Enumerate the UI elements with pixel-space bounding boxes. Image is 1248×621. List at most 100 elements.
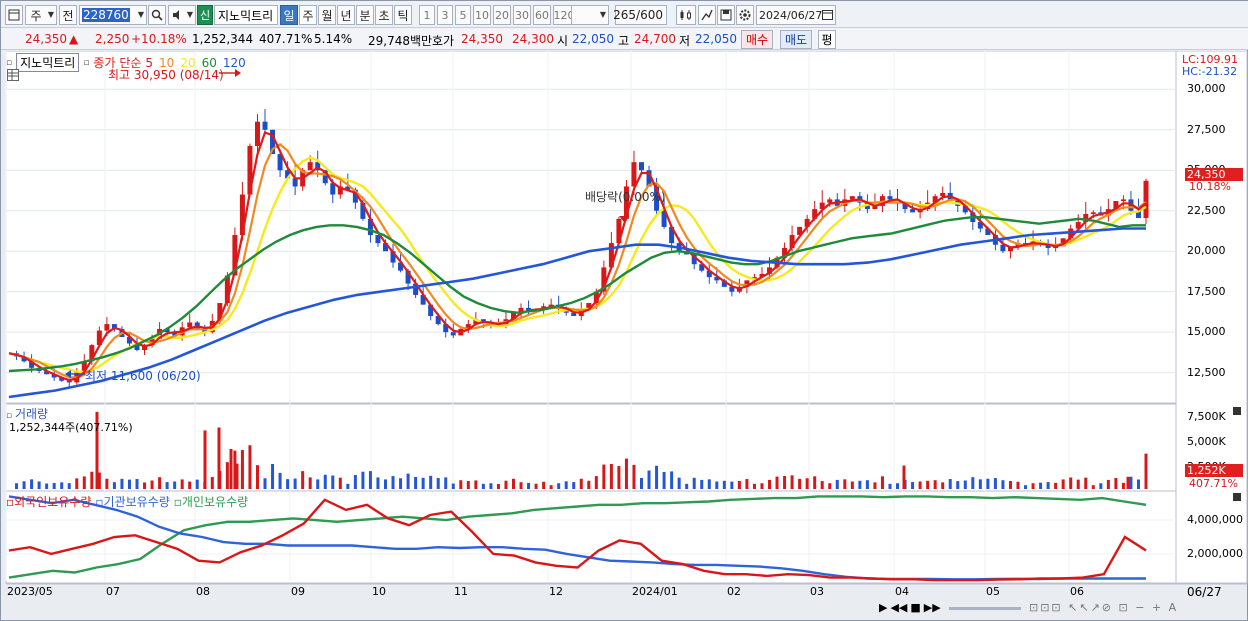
volume-ratio: 407.71% <box>259 32 313 46</box>
volume-bar-100 <box>760 483 764 489</box>
interval-button-30[interactable]: 30 <box>513 5 531 25</box>
interval-button-3[interactable]: 3 <box>437 5 453 25</box>
volume-bar-146 <box>1106 479 1110 489</box>
interval-button-20[interactable]: 20 <box>493 5 511 25</box>
volume-bar-103 <box>783 476 787 489</box>
trade-amount: 29,748백만 <box>368 34 433 48</box>
interval-dropdown[interactable] <box>571 5 609 25</box>
play-icon[interactable]: ▶ <box>879 601 887 614</box>
volume-bar-107 <box>813 476 817 489</box>
volume-bar-36 <box>278 472 282 489</box>
volume-bar-11 <box>90 471 94 489</box>
volume-bar-131 <box>993 478 997 489</box>
volume-bar-43 <box>331 475 335 489</box>
volume-bar-116 <box>880 476 884 489</box>
period-tab-0[interactable]: 일 <box>280 5 298 25</box>
scroll-slider[interactable] <box>949 607 1021 610</box>
sound-icon[interactable] <box>168 5 196 25</box>
save-icon[interactable] <box>717 5 735 25</box>
volume-bar-27 <box>210 476 214 489</box>
period-tab-3[interactable]: 년 <box>337 5 355 25</box>
volume-bar-108 <box>820 481 824 489</box>
window-menu-icon[interactable] <box>5 5 23 25</box>
price-tick-4: 20,000 <box>1187 244 1226 258</box>
legend-bullet-icon: ▫ <box>83 57 90 68</box>
volume-bar-73 <box>557 483 561 489</box>
volume-bar-49 <box>376 477 380 489</box>
buy-button[interactable]: 매수 <box>741 30 773 49</box>
volume-bar-25 <box>195 479 199 489</box>
count-input[interactable]: 265/600 <box>613 5 667 25</box>
period-tab-6[interactable]: 틱 <box>394 5 412 25</box>
volume-bar-138 <box>1046 482 1050 489</box>
market-menu-dropdown[interactable]: 주 <box>25 5 57 25</box>
volume-bar-65 <box>496 484 500 489</box>
volume-bar-58 <box>444 477 448 489</box>
draw-tool-icon[interactable] <box>698 5 716 25</box>
gear-icon[interactable] <box>736 5 754 25</box>
stock-code-input[interactable]: 228760 <box>79 5 147 25</box>
interval-button-60[interactable]: 60 <box>533 5 551 25</box>
x-label-1: 07 <box>106 585 120 598</box>
period-tab-4[interactable]: 분 <box>356 5 374 25</box>
period-tab-5[interactable]: 초 <box>375 5 393 25</box>
x-label-12: 06 <box>1070 585 1084 598</box>
volume-bar-98 <box>745 479 749 489</box>
last-page-icon[interactable]: ▶▶ <box>924 601 941 614</box>
volume-bar-69 <box>527 482 531 489</box>
period-tab-1[interactable]: 주 <box>299 5 317 25</box>
volume-bar-9 <box>75 478 79 489</box>
sell-button[interactable]: 매도 <box>780 30 812 49</box>
volume-bar-70 <box>534 483 538 489</box>
volume-bar-137 <box>1039 482 1043 489</box>
panel-drag-icon[interactable]: ▫ <box>6 58 12 68</box>
volume-spike-6 <box>1126 476 1130 489</box>
layout-icon <box>8 9 20 21</box>
candle-body-33 <box>254 121 260 146</box>
volume-bar-16 <box>127 479 131 489</box>
volume-bar-3 <box>30 479 34 489</box>
interval-button-10[interactable]: 10 <box>473 5 491 25</box>
date-input[interactable]: 2024/06/27 <box>756 5 836 25</box>
volume-bar-39 <box>301 471 305 489</box>
candle-type-icon[interactable] <box>676 5 696 25</box>
volume-bar-95 <box>722 480 726 489</box>
x-label-9: 03 <box>810 585 824 598</box>
volume-panel-bg <box>5 403 1177 492</box>
volume-close-icon[interactable] <box>1233 407 1241 415</box>
prev-button[interactable]: 전 <box>59 5 77 25</box>
first-page-icon[interactable]: ◀◀ <box>890 601 907 614</box>
holding-legend-0[interactable]: ▫외국인보유수량 <box>6 493 91 510</box>
price-tick-1: 27,500 <box>1187 122 1226 136</box>
holding-legend-1[interactable]: ▫기관보유수량 <box>95 493 169 510</box>
stop-icon[interactable]: ■ <box>910 601 920 614</box>
volume-tick-1: 5,000K <box>1187 435 1226 448</box>
volume-bar-51 <box>391 476 395 489</box>
volume-bar-87 <box>662 472 666 489</box>
volume-bar-2 <box>22 481 26 489</box>
holding-close-icon[interactable] <box>1233 493 1241 501</box>
volume-bar-145 <box>1099 483 1103 489</box>
interval-button-1[interactable]: 1 <box>419 5 435 25</box>
volume-bar-7 <box>60 482 64 489</box>
volume-bar-148 <box>1121 482 1125 489</box>
volume-bar-17 <box>135 479 139 489</box>
stock-name-field[interactable]: 지노믹트리 <box>214 5 278 25</box>
search-icon[interactable] <box>148 5 166 25</box>
volume-bar-101 <box>768 479 772 489</box>
volume-bar-128 <box>971 477 975 489</box>
volume-bar-106 <box>805 478 809 489</box>
stock-name-box[interactable]: 지노믹트리 <box>16 53 80 72</box>
eval-button[interactable]: 평 <box>818 30 836 49</box>
interval-button-5[interactable]: 5 <box>455 5 471 25</box>
period-tab-2[interactable]: 월 <box>318 5 336 25</box>
count-value: 265 <box>613 8 637 22</box>
ma-legend-120[interactable]: 120 <box>223 56 246 70</box>
zoom-tools[interactable]: ⊡⊡⊡ ↖↖↗⊘ ⊡ − + A <box>1029 601 1178 614</box>
volume-bar-142 <box>1076 479 1080 489</box>
volume-bar-129 <box>978 479 982 489</box>
volume-bar-29 <box>225 462 229 489</box>
table-icon[interactable] <box>7 69 19 81</box>
volume-bar-110 <box>835 479 839 489</box>
holding-legend-2[interactable]: ▫개인보유수량 <box>174 493 248 510</box>
